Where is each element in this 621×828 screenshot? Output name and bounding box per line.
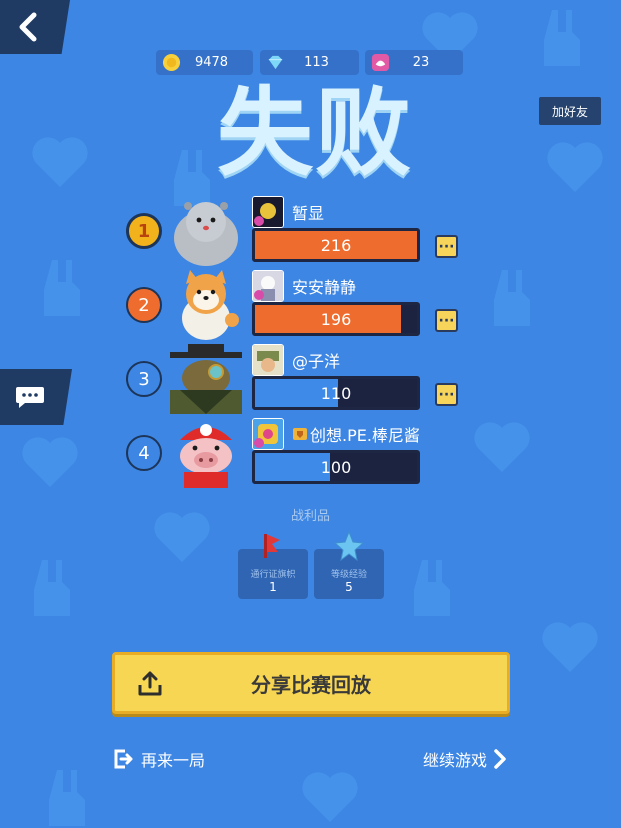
rank-badge: 3	[126, 361, 162, 397]
result-title: 失败	[217, 77, 413, 189]
score-value: 100	[320, 457, 352, 477]
continue-game-button[interactable]: 继续游戏	[423, 747, 507, 771]
player-row: 2 安安静静 196 ···	[0, 270, 621, 344]
seal-character	[174, 202, 238, 266]
loot-item-value: 5	[345, 580, 353, 594]
pig-character	[180, 424, 232, 488]
shield-badge-icon	[293, 428, 307, 440]
add-friend-button[interactable]: 加好友	[539, 97, 601, 125]
diamond-icon	[268, 55, 283, 70]
rank-badge: 4	[126, 435, 162, 471]
red-flag-icon	[264, 534, 280, 558]
loot-item-name: 等级经验	[330, 570, 367, 580]
player-row: 1 暂显 216 ···	[0, 196, 621, 270]
gold-coin-icon	[162, 53, 181, 72]
play-again-button[interactable]: 再来一局	[113, 747, 205, 771]
heart-icon	[542, 622, 598, 672]
loot-item-name: 通行证旗帜	[250, 570, 296, 580]
heart-icon	[32, 137, 88, 187]
rank-badge: 1	[126, 213, 162, 249]
player-avatar	[252, 344, 284, 376]
player-row: 3 @子洋 110 ···	[0, 344, 621, 418]
score-bar: 196	[252, 302, 420, 336]
lotus-token-icon	[371, 53, 390, 72]
heart-icon	[302, 772, 358, 822]
player-avatar	[252, 270, 284, 302]
back-button[interactable]	[0, 0, 70, 54]
player-row: 4 创想.PE.棒尼酱 100	[0, 418, 621, 492]
blue-star-icon	[333, 530, 365, 562]
score-bar: 216	[252, 228, 420, 262]
score-value: 110	[320, 383, 352, 403]
play-again-label: 再来一局	[141, 751, 206, 770]
bunny-hat-icon	[34, 560, 70, 616]
bunny-hat-icon	[414, 560, 450, 616]
chevron-right-icon	[494, 749, 506, 769]
player-name: 暂显	[292, 204, 325, 223]
rank-badge: 2	[126, 287, 162, 323]
more-button[interactable]: ···	[435, 235, 458, 258]
loot-title: 战利品	[290, 509, 330, 524]
exit-door-icon	[114, 749, 133, 769]
share-replay-label: 分享比赛回放	[251, 672, 371, 697]
chevron-left-icon	[19, 12, 37, 42]
more-button[interactable]: ···	[435, 383, 458, 406]
more-button[interactable]: ···	[435, 309, 458, 332]
score-bar: 100	[252, 450, 420, 484]
player-avatar	[252, 196, 284, 228]
diamond-counter: 113	[260, 50, 359, 75]
bunny-hat-icon	[49, 770, 85, 826]
player-name-text: 创想.PE.棒尼酱	[310, 426, 420, 445]
detective-character	[170, 344, 242, 414]
score-value: 216	[320, 235, 352, 255]
heart-icon	[547, 142, 603, 192]
score-value: 196	[320, 309, 352, 329]
gold-counter: 9478	[156, 50, 253, 75]
share-replay-button[interactable]: 分享比赛回放	[112, 652, 510, 714]
bunny-hat-icon	[544, 10, 580, 66]
player-avatar	[252, 418, 284, 450]
continue-game-label: 继续游戏	[423, 751, 488, 770]
loot-item-value: 1	[269, 580, 277, 594]
player-name: @子洋	[292, 352, 341, 371]
shiba-character	[182, 270, 239, 340]
player-name: 创想.PE.棒尼酱	[292, 422, 420, 446]
token-counter: 23	[365, 50, 463, 75]
player-name: 安安静静	[292, 278, 357, 297]
score-bar: 110	[252, 376, 420, 410]
